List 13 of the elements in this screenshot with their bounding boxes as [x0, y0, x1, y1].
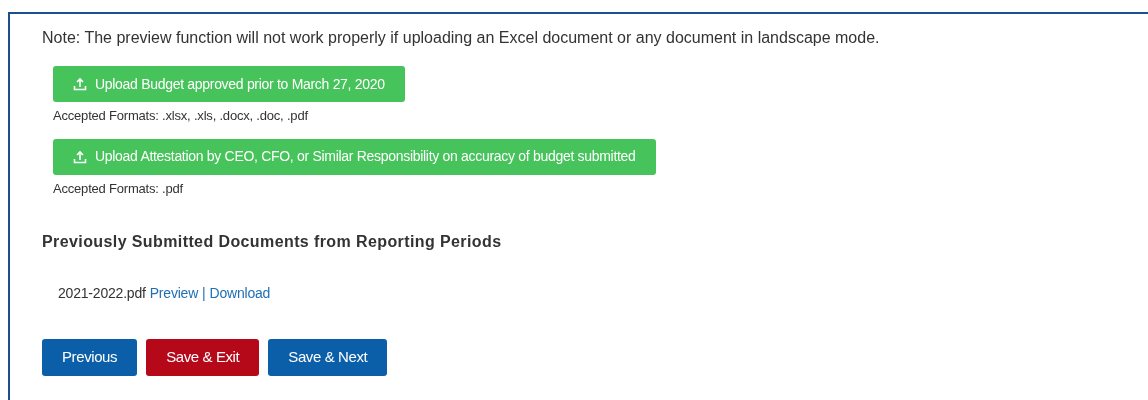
preview-link[interactable]: Preview: [149, 283, 199, 304]
nav-button[interactable]: Previous: [42, 339, 138, 376]
upload-icon: [73, 77, 87, 91]
section-heading: Previously Submitted Documents from Reporting Periods: [42, 232, 503, 252]
link-separator: |: [202, 284, 206, 303]
exit-button[interactable]: Save & Exit: [146, 339, 260, 376]
file-name: 2021-2022.pdf: [58, 284, 146, 303]
formats-text: Accepted Formats: .pdf: [53, 179, 184, 198]
nav-button[interactable]: Save & Next: [268, 339, 388, 376]
formats-text: Accepted Formats: .xlsx, .xls, .docx, .doc, .pdf: [53, 107, 309, 125]
download-link[interactable]: Download: [209, 283, 271, 304]
upload-icon: [73, 149, 87, 164]
note-text: Note: The preview function will not work properly if uploading an Excel document or any document in landscape mode.: [42, 28, 881, 48]
